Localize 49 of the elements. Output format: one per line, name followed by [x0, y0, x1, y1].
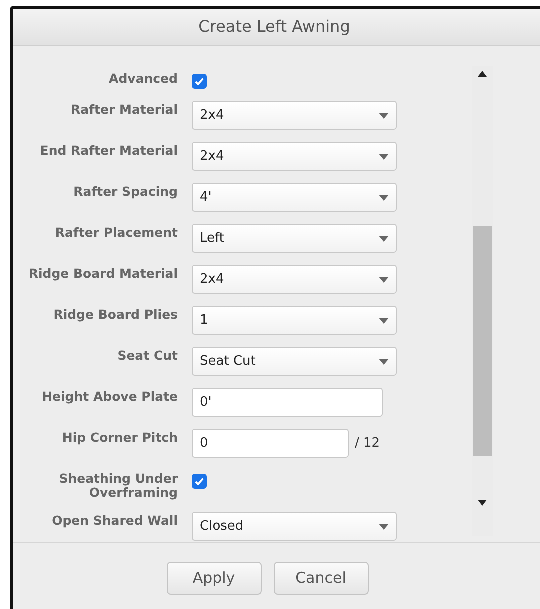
dropdown[interactable]: Left [192, 224, 397, 253]
caret-icon [379, 524, 389, 530]
dialog-button[interactable]: Apply [166, 562, 262, 595]
dialog-button[interactable]: Cancel [274, 562, 368, 595]
field-label: Seat Cut [116, 349, 178, 363]
checkbox[interactable] [192, 474, 207, 489]
field-label: Advanced [108, 72, 178, 86]
caret-icon [379, 194, 389, 200]
field-label: Rafter Material [70, 103, 178, 117]
dropdown-value: 1 [200, 312, 208, 330]
checkbox[interactable] [192, 74, 207, 89]
dropdown-value: 2x4 [200, 106, 224, 125]
scrollbar-thumb[interactable] [473, 226, 492, 456]
dropdown-value: 4' [200, 188, 212, 207]
dropdown-value: 2x4 [200, 148, 224, 166]
dropdown-value: 2x4 [200, 270, 224, 289]
input-field[interactable]: 0 [192, 429, 349, 458]
field-label: Rafter Placement [54, 226, 178, 240]
field-label: Sheathing Under Overframing [58, 472, 178, 500]
dropdown[interactable]: Seat Cut [192, 347, 397, 376]
field-label: Rafter Spacing [72, 185, 178, 199]
dropdown[interactable]: 4' [192, 183, 397, 212]
suffix-text: / 12 [355, 434, 380, 453]
field-label: Open Shared Wall [51, 514, 178, 528]
caret-icon [379, 154, 389, 160]
checkmark-icon [194, 76, 205, 87]
caret-icon [379, 276, 389, 282]
dropdown-value: Left [200, 230, 224, 248]
caret-icon [379, 236, 389, 242]
field-label: Ridge Board Plies [52, 308, 178, 322]
dropdown[interactable]: 2x4 [192, 142, 397, 171]
checkmark-icon [194, 476, 205, 487]
caret-icon [379, 358, 389, 364]
caret-icon [379, 318, 389, 324]
field-label: End Rafter Material [39, 144, 178, 158]
dropdown-value: Seat Cut [200, 352, 256, 371]
window-title: Create Left Awning [198, 16, 352, 38]
caret-icon [379, 112, 389, 118]
dropdown[interactable]: Closed [192, 512, 397, 541]
scroll-up-icon[interactable] [478, 71, 487, 77]
field-label: Hip Corner Pitch [61, 431, 178, 445]
field-label: Height Above Plate [41, 390, 178, 404]
input-field[interactable]: 0' [192, 388, 383, 417]
dropdown[interactable]: 2x4 [192, 265, 397, 294]
scroll-down-icon[interactable] [478, 500, 487, 506]
dropdown[interactable]: 1 [192, 306, 397, 335]
dropdown-value: Closed [200, 518, 244, 536]
dropdown[interactable]: 2x4 [192, 101, 397, 130]
field-label: Ridge Board Material [28, 267, 178, 281]
